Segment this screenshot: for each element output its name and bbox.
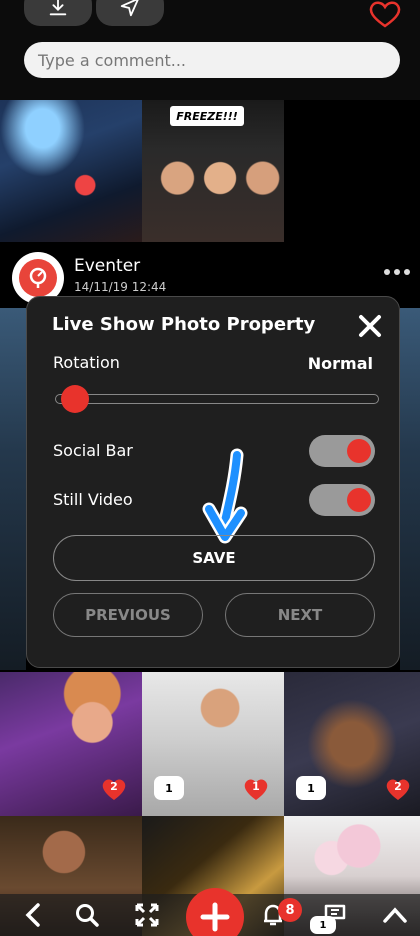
comments-badge: 1 bbox=[296, 776, 326, 800]
post-author: Eventer bbox=[74, 256, 141, 276]
post-photo-edge-right bbox=[400, 308, 420, 670]
dialog-title: Live Show Photo Property bbox=[52, 314, 316, 335]
location-pin-icon bbox=[29, 267, 47, 288]
likes-badge: 2 bbox=[384, 776, 412, 802]
expand-icon bbox=[135, 903, 159, 927]
grid-photo-party[interactable]: 2 bbox=[0, 672, 142, 816]
feed-photo-concert[interactable] bbox=[0, 100, 142, 242]
rotation-label: Rotation bbox=[53, 353, 120, 372]
previous-button[interactable]: PREVIOUS bbox=[53, 593, 203, 637]
heart-like-icon[interactable] bbox=[368, 0, 402, 28]
post-action-bar: Type a comment... bbox=[0, 0, 420, 100]
still-video-label: Still Video bbox=[53, 490, 133, 509]
social-bar-toggle[interactable] bbox=[309, 435, 375, 467]
post-timestamp: 14/11/19 12:44 bbox=[74, 280, 167, 294]
dot-icon bbox=[394, 269, 400, 275]
comments-badge: 1 bbox=[154, 776, 184, 800]
save-button[interactable]: SAVE bbox=[53, 535, 375, 581]
rotation-slider-thumb[interactable] bbox=[61, 385, 89, 413]
still-video-toggle[interactable] bbox=[309, 484, 375, 516]
more-options-button[interactable] bbox=[384, 266, 414, 278]
search-button[interactable] bbox=[70, 898, 104, 932]
share-button[interactable] bbox=[96, 0, 164, 26]
plus-icon bbox=[200, 902, 230, 932]
next-button[interactable]: NEXT bbox=[225, 593, 375, 637]
feed-photo-freeze[interactable]: FREEZE!!! bbox=[142, 100, 284, 242]
dot-icon bbox=[404, 269, 410, 275]
freeze-sign-text: FREEZE!!! bbox=[170, 106, 244, 126]
live-show-photo-property-dialog: Live Show Photo Property Rotation Normal… bbox=[26, 296, 400, 668]
send-icon bbox=[120, 0, 139, 17]
rotation-slider-track[interactable] bbox=[55, 394, 379, 404]
back-button[interactable] bbox=[16, 898, 50, 932]
notification-count-badge: 8 bbox=[278, 898, 302, 922]
likes-badge: 1 bbox=[242, 776, 270, 802]
bottom-comment-badge: 1 bbox=[310, 916, 336, 934]
social-bar-label: Social Bar bbox=[53, 441, 133, 460]
dot-icon bbox=[384, 269, 390, 275]
likes-badge: 2 bbox=[100, 776, 128, 802]
post-photo-edge-left bbox=[0, 308, 26, 670]
comment-input[interactable]: Type a comment... bbox=[24, 42, 400, 78]
download-button[interactable] bbox=[24, 0, 92, 26]
rotation-value: Normal bbox=[307, 354, 373, 373]
down-arrow-hint-icon bbox=[202, 448, 248, 544]
download-icon bbox=[49, 0, 67, 16]
scroll-up-button[interactable] bbox=[378, 898, 412, 932]
close-icon[interactable] bbox=[357, 313, 383, 339]
search-icon bbox=[76, 904, 99, 927]
fullscreen-button[interactable] bbox=[130, 898, 164, 932]
grid-photo-hands[interactable]: 1 2 bbox=[284, 672, 420, 816]
chevron-left-icon bbox=[25, 903, 40, 927]
chevron-up-icon bbox=[383, 907, 407, 923]
grid-photo-phone-call[interactable]: 1 1 bbox=[142, 672, 284, 816]
